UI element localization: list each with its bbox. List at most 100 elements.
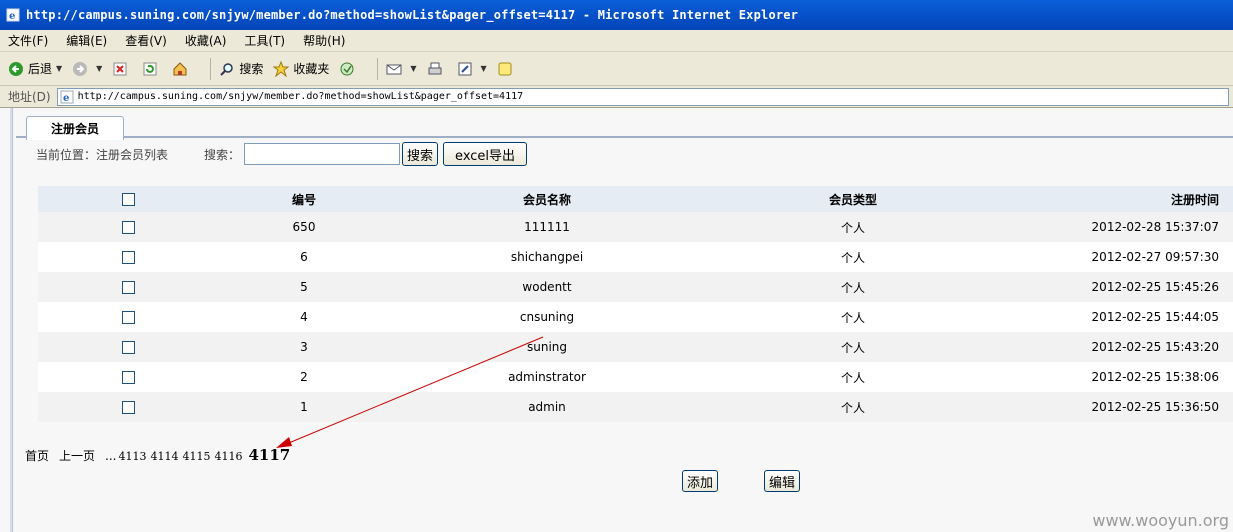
search-field-label: 搜索： [204, 147, 241, 162]
pager-page-link[interactable]: 4113 [118, 450, 146, 463]
stop-button[interactable] [112, 61, 132, 77]
header-member-type[interactable]: 会员类型 [704, 191, 1002, 208]
cell-member-type: 个人 [840, 280, 865, 295]
menu-edit[interactable]: 编辑(E) [66, 32, 107, 49]
edit-button[interactable]: 编辑 [764, 470, 800, 492]
cell-id: 2 [300, 370, 308, 384]
address-bar: 地址(D) e http://campus.suning.com/snjyw/m… [0, 86, 1233, 108]
row-checkbox[interactable] [121, 400, 135, 414]
table-row: 4 cnsuning 个人 2012-02-25 15:44:05 [38, 302, 1233, 332]
mail-button[interactable]: ▼ [386, 61, 417, 77]
row-checkbox[interactable] [121, 310, 135, 324]
window-title: http://campus.suning.com/snjyw/member.do… [26, 8, 799, 22]
menu-file[interactable]: 文件(F) [8, 32, 48, 49]
cell-register-time: 2012-02-25 15:45:26 [1091, 280, 1219, 294]
cell-member-type: 个人 [840, 220, 865, 235]
cell-id: 4 [300, 310, 308, 324]
search-label: 搜索 [239, 62, 264, 76]
add-button[interactable]: 添加 [682, 470, 718, 492]
edit-dropdown-icon[interactable]: ▼ [481, 64, 487, 73]
cell-member-type: 个人 [840, 340, 865, 355]
cell-member-name: shichangpei [510, 250, 584, 264]
header-id[interactable]: 编号 [218, 191, 390, 208]
back-label: 后退 [28, 62, 53, 76]
address-label: 地址(D) [8, 90, 51, 104]
left-frame-border [10, 108, 13, 532]
mail-dropdown-icon[interactable]: ▼ [410, 64, 416, 73]
row-checkbox[interactable] [121, 220, 135, 234]
address-input[interactable]: e http://campus.suning.com/snjyw/member.… [56, 87, 1229, 106]
cell-id: 1 [300, 400, 308, 414]
back-button[interactable]: 后退 ▼ [8, 60, 62, 77]
menu-help[interactable]: 帮助(H) [303, 32, 345, 49]
favorites-button[interactable]: 收藏夹 [273, 60, 329, 77]
edit-page-button[interactable]: ▼ [457, 61, 487, 77]
cell-id: 3 [300, 340, 308, 354]
table-row: 650 111111 个人 2012-02-28 15:37:07 [38, 212, 1233, 242]
pager-page-link[interactable]: 4114 [150, 450, 178, 463]
menu-favorites[interactable]: 收藏(A) [185, 32, 227, 49]
refresh-button[interactable] [142, 61, 162, 77]
cell-register-time: 2012-02-28 15:37:07 [1091, 220, 1219, 234]
pager-page-link[interactable]: 4115 [182, 450, 210, 463]
cell-member-name: wodentt [522, 280, 572, 294]
table-row: 2 adminstrator 个人 2012-02-25 15:38:06 [38, 362, 1233, 392]
table-row: 3 suning 个人 2012-02-25 15:43:20 [38, 332, 1233, 362]
tab-registered-members[interactable]: 注册会员 [26, 116, 124, 140]
breadcrumb: 当前位置：注册会员列表 [36, 147, 169, 162]
row-checkbox[interactable] [121, 280, 135, 294]
media-button[interactable] [339, 61, 359, 77]
pager-prev-link[interactable]: 上一页 [59, 447, 95, 464]
header-member-name[interactable]: 会员名称 [390, 191, 704, 208]
menu-tools[interactable]: 工具(T) [244, 32, 285, 49]
search-input[interactable] [244, 143, 401, 165]
table-header-row: 编号 会员名称 会员类型 注册时间 [38, 186, 1233, 212]
home-button[interactable] [172, 61, 192, 77]
table-row: 1 admin 个人 2012-02-25 15:36:50 [38, 392, 1233, 422]
star-icon [273, 60, 290, 77]
discuss-button[interactable] [497, 61, 517, 77]
select-all-checkbox[interactable] [121, 192, 135, 206]
cell-id: 5 [300, 280, 308, 294]
excel-export-button[interactable]: excel导出 [443, 142, 528, 166]
member-table: 编号 会员名称 会员类型 注册时间 650 111111 个人 2012-02-… [38, 186, 1233, 422]
svg-text:e: e [9, 11, 15, 22]
ie-page-icon: e [60, 90, 74, 104]
print-icon [428, 62, 442, 74]
forward-button[interactable]: ▼ [72, 61, 102, 77]
cell-register-time: 2012-02-25 15:38:06 [1091, 370, 1219, 384]
print-button[interactable] [427, 61, 447, 77]
stop-icon [113, 62, 127, 75]
toolbar-separator [377, 57, 379, 80]
pager-ellipsis: ... [105, 449, 117, 463]
pagination: 首页 上一页 ... 4113 4114 4115 4116 4117 [25, 446, 290, 464]
search-button[interactable]: 搜索 [219, 60, 263, 77]
search-row: 当前位置：注册会员列表 搜索： 搜索 excel导出 [36, 142, 528, 166]
cell-member-name: cnsuning [519, 310, 575, 324]
search-submit-button[interactable]: 搜索 [402, 142, 439, 166]
menu-view[interactable]: 查看(V) [125, 32, 167, 49]
refresh-icon [143, 62, 157, 75]
row-checkbox[interactable] [121, 340, 135, 354]
note-icon [498, 62, 512, 75]
pager-first-link[interactable]: 首页 [25, 447, 49, 464]
header-register-time[interactable]: 注册时间 [1002, 191, 1233, 208]
forward-dropdown-icon[interactable]: ▼ [96, 64, 102, 73]
table-row: 6 shichangpei 个人 2012-02-27 09:57:30 [38, 242, 1233, 272]
pager-page-link[interactable]: 4116 [214, 450, 242, 463]
forward-arrow-icon [73, 61, 88, 76]
cell-member-type: 个人 [840, 310, 865, 325]
cell-member-type: 个人 [840, 400, 865, 415]
cell-member-name: suning [526, 340, 568, 354]
table-row: 5 wodentt 个人 2012-02-25 15:45:26 [38, 272, 1233, 302]
row-checkbox[interactable] [121, 250, 135, 264]
cell-register-time: 2012-02-25 15:36:50 [1091, 400, 1219, 414]
back-dropdown-icon[interactable]: ▼ [56, 64, 62, 73]
mail-icon [386, 64, 402, 74]
media-icon [340, 62, 354, 75]
cell-register-time: 2012-02-25 15:44:05 [1091, 310, 1219, 324]
toolbar-separator [210, 57, 212, 80]
cell-register-time: 2012-02-25 15:43:20 [1091, 340, 1219, 354]
row-checkbox[interactable] [121, 370, 135, 384]
cell-member-name: adminstrator [508, 370, 586, 384]
